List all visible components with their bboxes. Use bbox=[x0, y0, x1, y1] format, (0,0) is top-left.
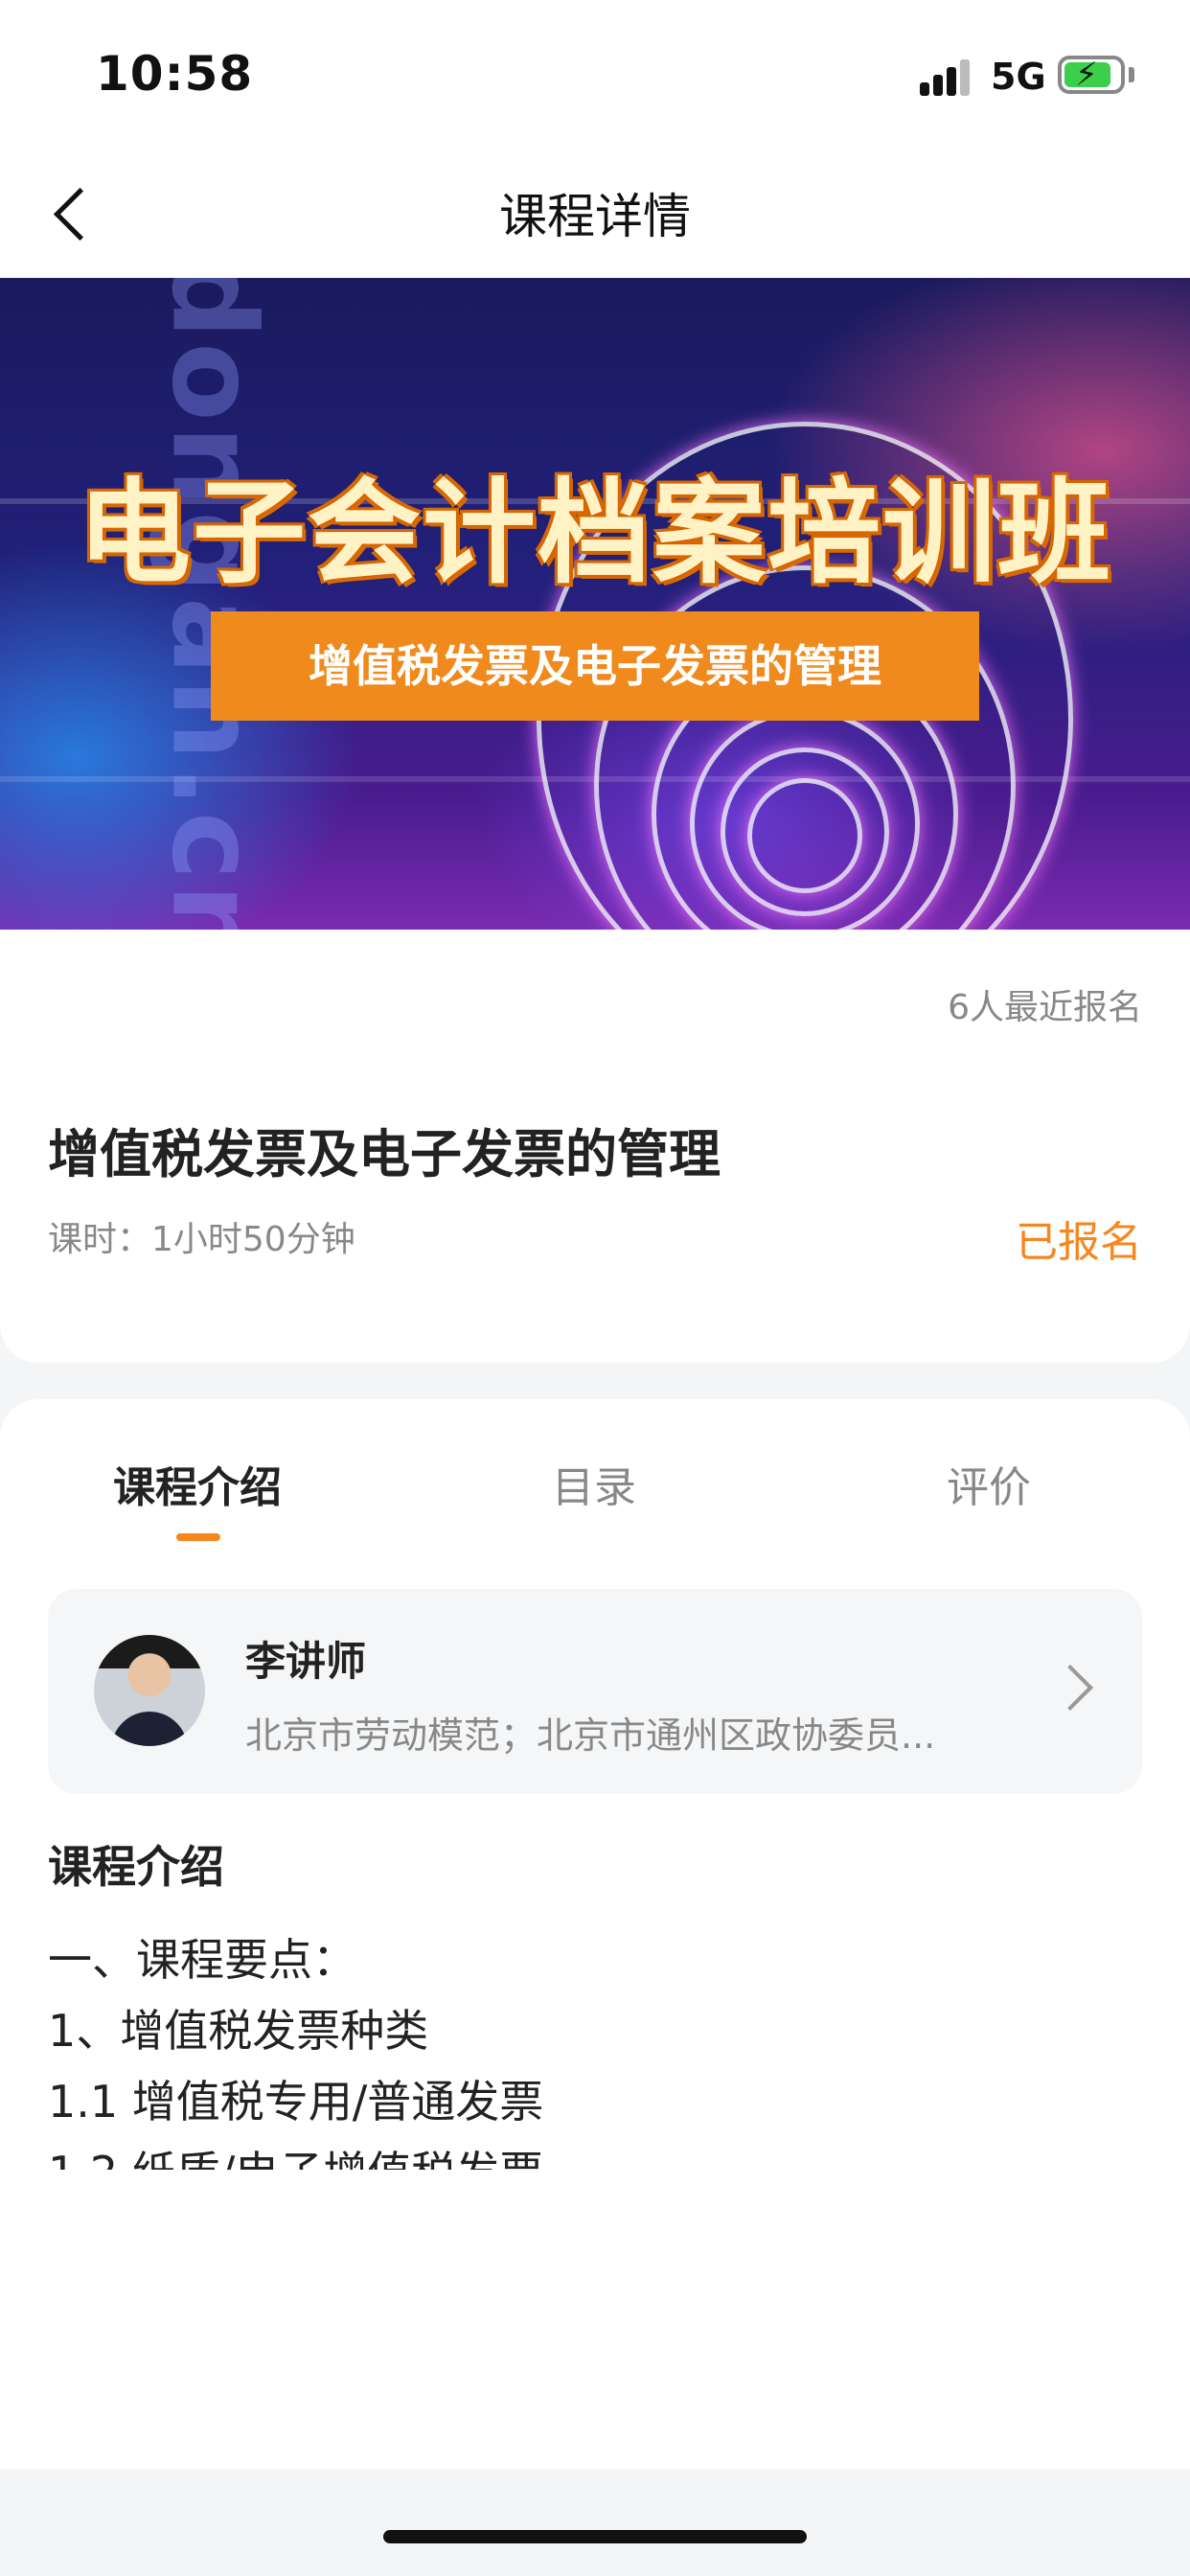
course-info-card: 6人最近报名 增值税发票及电子发票的管理 课时：1小时50分钟 已报名 bbox=[0, 930, 1190, 1363]
battery-charging-icon: ⚡ bbox=[1058, 56, 1125, 94]
section-title: 课程介绍 bbox=[48, 1841, 224, 1893]
teacher-name: 李讲师 bbox=[245, 1638, 367, 1685]
nav-bar: 课程详情 bbox=[0, 144, 1190, 278]
page-title: 课程详情 bbox=[499, 189, 691, 244]
home-indicator[interactable] bbox=[383, 2530, 807, 2543]
tab-catalog[interactable]: 目录 bbox=[450, 1453, 738, 1514]
intro-line: 一、课程要点： bbox=[48, 1934, 356, 1986]
course-detail-card: 课程介绍 目录 评价 李讲师 北京市劳动模范；北京市通州区政协委员... 课程介… bbox=[0, 1399, 1190, 2469]
tab-reviews[interactable]: 评价 bbox=[845, 1453, 1133, 1514]
banner-title: 电子会计档案培训班 bbox=[77, 467, 1112, 599]
course-banner: dongan.cn 电子会计档案培训班 增值税发票及电子发票的管理 bbox=[0, 278, 1190, 930]
status-time: 10:58 bbox=[96, 46, 254, 102]
intro-line: 1、增值税发票种类 bbox=[48, 2005, 429, 2057]
status-bar: 10:58 5G ⚡ bbox=[0, 0, 1190, 144]
tab-active-indicator bbox=[176, 1533, 220, 1541]
teacher-description: 北京市劳动模范；北京市通州区政协委员... bbox=[245, 1714, 936, 1757]
teacher-avatar bbox=[94, 1635, 205, 1746]
teacher-card[interactable]: 李讲师 北京市劳动模范；北京市通州区政协委员... bbox=[48, 1589, 1142, 1794]
signal-icon bbox=[920, 58, 973, 96]
network-type: 5G bbox=[991, 56, 1046, 98]
home-area bbox=[0, 2469, 1190, 2576]
enroll-count: 6人最近报名 bbox=[948, 988, 1142, 1027]
course-name: 增值税发票及电子发票的管理 bbox=[48, 1124, 721, 1184]
tab-course-intro[interactable]: 课程介绍 bbox=[54, 1453, 341, 1514]
enroll-status[interactable]: 已报名 bbox=[1016, 1208, 1142, 1269]
course-duration: 课时：1小时50分钟 bbox=[48, 1220, 355, 1259]
intro-line: 1.2 纸质/电子增值税发票 bbox=[48, 2137, 1142, 2170]
battery-cap bbox=[1129, 67, 1134, 82]
chevron-right-icon bbox=[1046, 1664, 1094, 1712]
intro-line: 1.1 增值税专用/普通发票 bbox=[48, 2076, 544, 2128]
banner-subtitle: 增值税发票及电子发票的管理 bbox=[211, 611, 979, 721]
course-intro-text: 一、课程要点： 1、增值税发票种类 1.1 增值税专用/普通发票 1.2 纸质/… bbox=[48, 1924, 1142, 2170]
